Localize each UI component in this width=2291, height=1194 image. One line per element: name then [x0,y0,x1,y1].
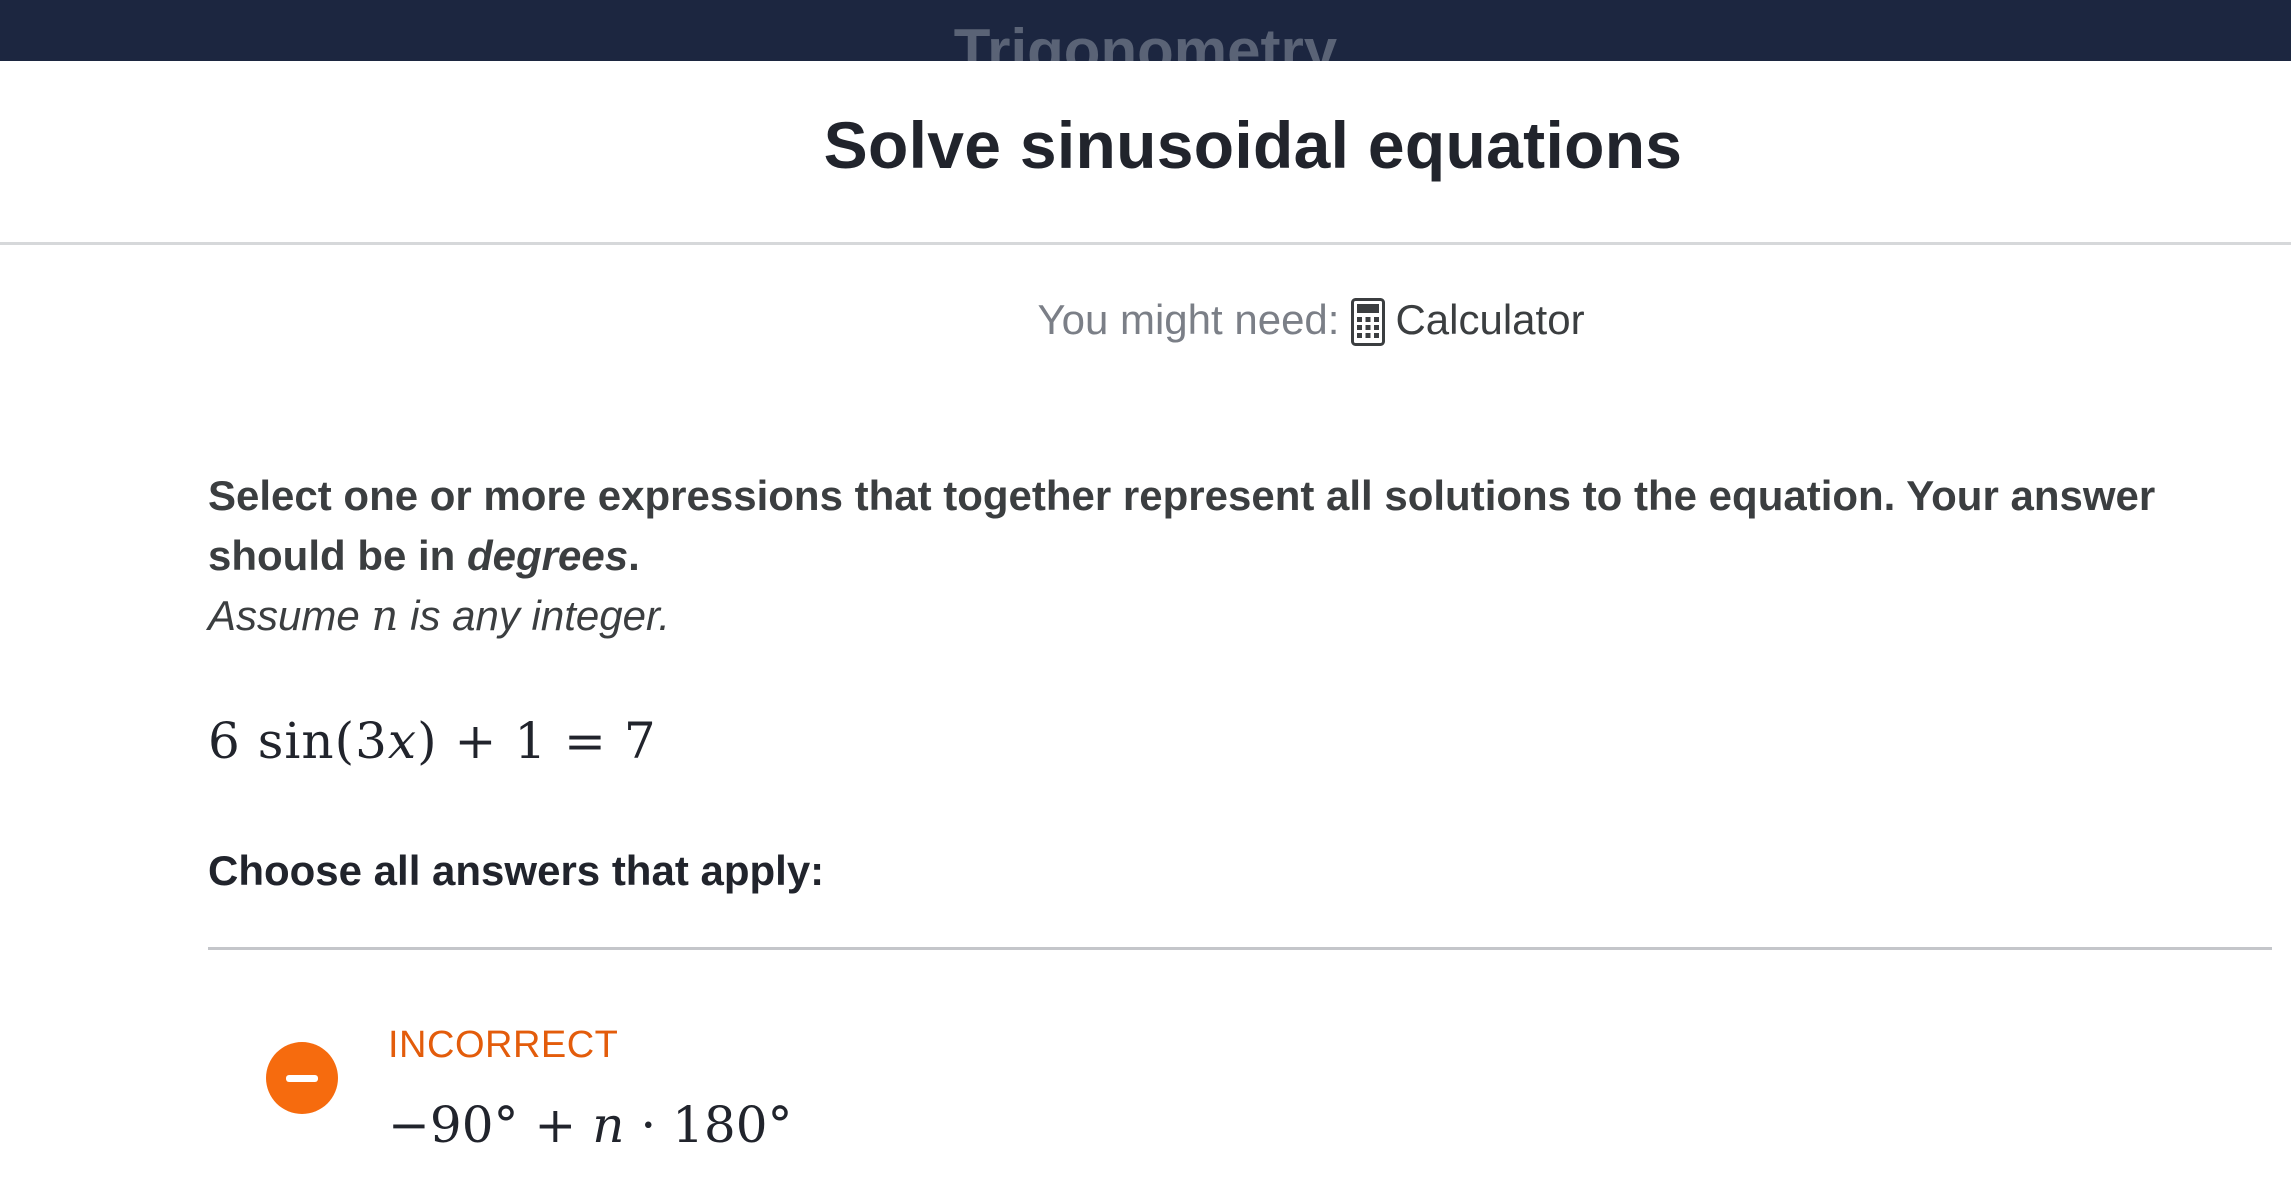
resources-label: You might need: [1037,296,1340,343]
resources-row: You might need: Calculator [0,296,2291,346]
choice-expression: −90° + n · 180° [388,1096,793,1154]
expr-lead: −90° + [388,1096,577,1154]
incorrect-marker [266,1042,338,1114]
expr-tail: · 180° [640,1096,793,1154]
equation-variable: x [387,712,418,770]
assume-suffix: is any integer. [410,592,671,639]
expr-variable: n [592,1096,625,1154]
answer-choice[interactable]: INCORRECT −90° + n · 180° [266,1020,2166,1180]
equation-arg-number: 3 [355,712,388,770]
equation-close-paren: ) [417,712,438,770]
equation-coefficient: 6 [208,712,241,770]
choose-label: Choose all answers that apply: [208,847,825,894]
assume-variable: n [371,591,399,640]
page-title: Solve sinusoidal equations [823,108,1683,182]
equation-open-paren: ( [334,712,356,770]
calculator-icon[interactable] [1351,298,1386,346]
equation-rest: + 1 = 7 [454,712,657,770]
equation: 6 sin(3x) + 1 = 7 [208,712,657,770]
top-bar: Trigonometry [0,0,2291,61]
equation-function: sin [257,712,335,770]
assume-prefix: Assume [208,592,360,639]
divider [208,947,2272,950]
prompt-end: . [628,532,640,579]
assumption-line: Assume n is any integer. [208,591,670,640]
title-bar: Solve sinusoidal equations [0,61,2291,245]
calculator-link[interactable]: Calculator [1395,296,1584,343]
prompt-unit: degrees [467,532,629,579]
question-prompt: Select one or more expressions that toge… [208,466,2268,586]
choice-status: INCORRECT [388,1024,619,1066]
minus-icon [286,1075,318,1082]
course-title: Trigonometry [953,17,1338,61]
